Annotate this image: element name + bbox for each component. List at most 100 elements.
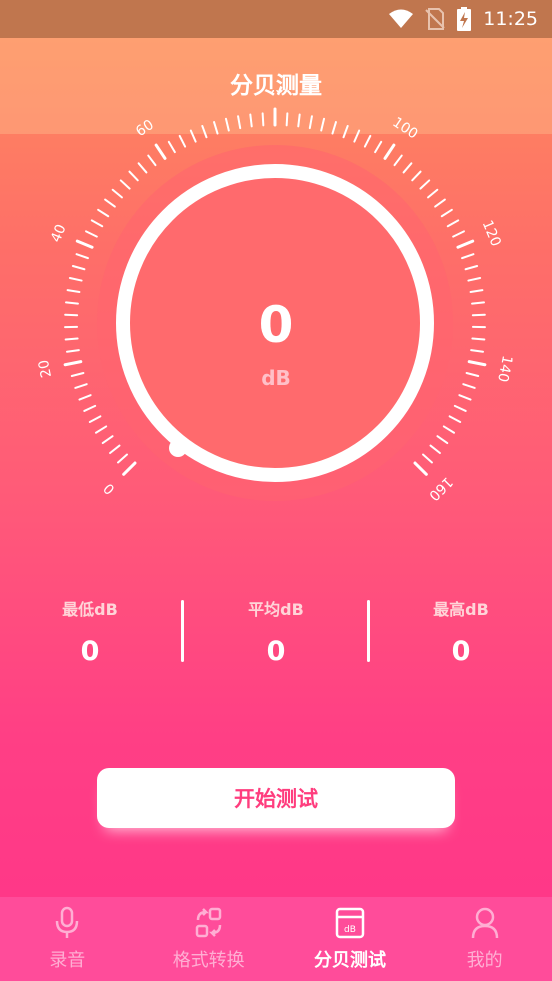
start-test-button[interactable]: 开始测试 (97, 768, 455, 828)
gauge-minor-tick (147, 154, 157, 167)
gauge-minor-tick (458, 394, 472, 401)
nav-label-decibel-test: 分贝测试 (314, 950, 387, 971)
gauge-minor-tick (465, 371, 480, 378)
stat-max: 最高dB 0 (391, 596, 531, 667)
gauge-minor-tick (342, 124, 349, 139)
gauge-major-tick (63, 360, 83, 367)
gauge-minor-tick (117, 453, 128, 464)
gauge-major-tick (467, 360, 487, 367)
gauge-minor-tick (448, 415, 462, 423)
stat-avg-label: 平均dB (248, 600, 304, 619)
gauge-scale-label: 160 (425, 473, 455, 503)
gauge-minor-tick (189, 129, 197, 143)
gauge-major-tick (456, 239, 475, 249)
nav-item-record[interactable]: 录音 (0, 897, 135, 981)
decibel-unit: dB (261, 366, 291, 390)
gauge-minor-tick (436, 435, 449, 445)
gauge-major-tick (154, 143, 167, 160)
status-time: 11:25 (483, 8, 538, 30)
stat-min-value: 0 (80, 636, 100, 667)
gauge-minor-tick (224, 117, 230, 132)
gauge-minor-tick (285, 112, 289, 127)
gauge-minor-tick (75, 253, 89, 260)
gauge-minor-tick (427, 188, 439, 199)
status-bar: 11:25 (0, 0, 552, 38)
gauge-minor-tick (422, 453, 433, 464)
gauge-minor-tick (71, 264, 86, 271)
gauge-minor-tick (393, 154, 403, 167)
gauge-minor-tick (111, 188, 123, 199)
gauge-minor-tick (70, 371, 85, 378)
stat-max-label: 最高dB (433, 600, 489, 619)
gauge-minor-tick (467, 276, 482, 282)
gauge-scale-label: 40 (48, 222, 70, 245)
gauge-major-tick (122, 461, 137, 476)
gauge-minor-tick (452, 230, 465, 238)
gauge-minor-tick (320, 117, 326, 132)
gauge-minor-tick (213, 121, 219, 135)
decibel-reading: 0 (258, 296, 294, 354)
nav-label-record: 录音 (49, 950, 86, 971)
svg-text:dB: dB (344, 925, 356, 935)
nav-item-mine[interactable]: 我的 (417, 897, 552, 981)
format-convert-icon (195, 907, 221, 938)
battery-charging-icon (457, 7, 472, 31)
gauge-minor-tick (429, 444, 441, 455)
gauge-minor-tick (353, 129, 361, 143)
gauge-minor-tick (101, 435, 114, 445)
gauge-minor-tick (261, 112, 265, 127)
nav-item-decibel-test[interactable]: dB 分贝测试 (283, 897, 418, 981)
gauge-minor-tick (137, 162, 148, 174)
gauge-minor-tick (249, 113, 253, 128)
gauge-minor-tick (65, 349, 80, 353)
gauge-scale-label: 140 (494, 354, 515, 383)
gauge-minor-tick (178, 134, 187, 148)
gauge-minor-tick (446, 219, 460, 228)
gauge-major-tick (75, 239, 94, 249)
gauge-minor-tick (453, 404, 467, 412)
nav-label-convert: 格式转换 (172, 950, 245, 971)
gauge-scale-label: 0 (101, 480, 119, 498)
gauge-minor-tick (90, 219, 104, 228)
gauge-minor-tick (374, 140, 383, 154)
gauge-minor-tick (83, 404, 97, 412)
gauge-major-tick (413, 461, 428, 476)
gauge-minor-tick (167, 140, 176, 154)
gauge-scale-label: 20 (36, 358, 55, 379)
gauge-minor-tick (78, 394, 92, 401)
gauge-scale-label: 80 (266, 90, 284, 97)
stat-avg-value: 0 (266, 636, 286, 667)
gauge-minor-tick (331, 121, 337, 135)
gauge-minor-tick (308, 115, 313, 130)
microphone-icon (56, 906, 79, 938)
gauge-minor-tick (88, 415, 102, 423)
gauge-minor-tick (434, 198, 446, 208)
gauge-major-tick (383, 143, 396, 160)
stat-avg: 平均dB 0 (206, 596, 346, 667)
gauge-needle-knob (169, 439, 187, 457)
nav-item-convert[interactable]: 格式转换 (135, 897, 283, 981)
gauge-scale-label: 100 (389, 114, 420, 142)
nav-label-mine: 我的 (466, 950, 503, 971)
stat-min: 最低dB 0 (20, 596, 160, 667)
gauge-minor-tick (74, 383, 88, 389)
gauge-minor-tick (464, 264, 479, 271)
gauge-minor-tick (442, 425, 456, 434)
gauge-minor-tick (237, 115, 242, 130)
gauge-minor-tick (65, 301, 79, 305)
gauge-minor-tick (104, 198, 116, 208)
gauge-minor-tick (94, 425, 108, 434)
gauge-minor-tick (402, 162, 413, 174)
gauge-minor-tick (64, 337, 79, 341)
bottom-nav: 录音 格式转换 dB 分贝测试 我的 (0, 897, 552, 981)
gauge-minor-tick (469, 289, 484, 294)
gauge-minor-tick (109, 444, 121, 455)
gauge-minor-tick (471, 337, 486, 341)
gauge-minor-tick (128, 170, 139, 182)
gauge-scale-label: 60 (133, 117, 157, 140)
gauge-minor-tick (97, 208, 110, 218)
gauge-minor-tick (68, 276, 83, 282)
gauge-minor-tick (471, 301, 485, 305)
gauge-minor-tick (461, 253, 475, 260)
gauge-minor-tick (119, 179, 131, 190)
